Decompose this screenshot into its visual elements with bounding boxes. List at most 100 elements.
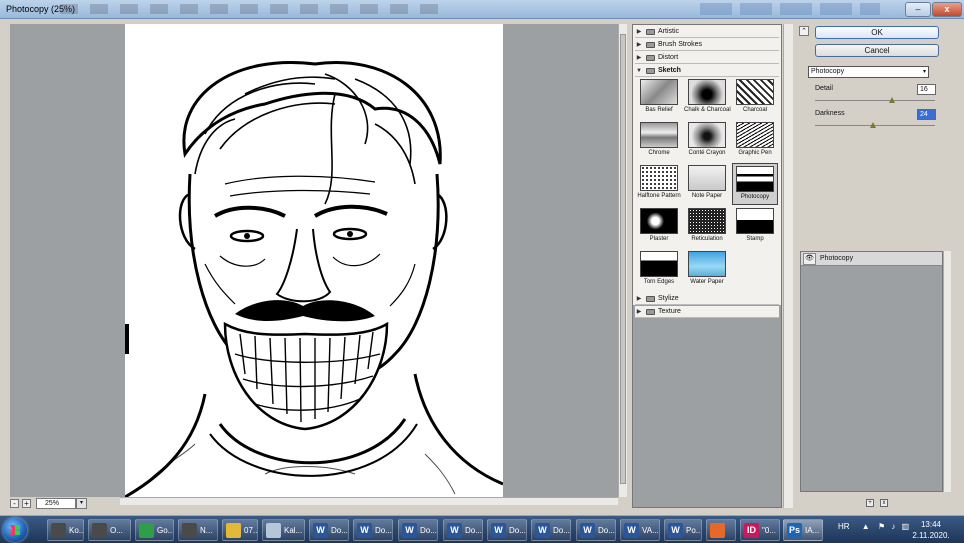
flag-icon[interactable]: ⚑ — [878, 522, 885, 531]
filter-thumb-stamp[interactable]: Stamp — [732, 208, 778, 242]
folder-artistic[interactable]: ▶ Artistic — [635, 26, 779, 38]
preview-horizontal-scrollbar[interactable] — [120, 497, 618, 505]
detail-slider[interactable] — [815, 97, 935, 103]
gallery-scrollbar[interactable] — [783, 24, 793, 508]
system-tray: HR ▲ ⚑ ♪ ▥ — [838, 522, 909, 531]
taskbar-button-label: Do... — [553, 525, 570, 535]
folder-sketch[interactable]: ▼ Sketch — [635, 65, 779, 77]
ok-button[interactable]: OK — [815, 26, 939, 39]
filter-thumb-halftone-pattern[interactable]: Halftone Pattern — [636, 165, 682, 199]
darkness-slider[interactable] — [815, 122, 935, 128]
delete-effect-layer-icon[interactable]: x — [880, 499, 888, 507]
filter-thumb-conte-crayon[interactable]: Conté Crayon — [684, 122, 730, 156]
clock[interactable]: 13:44 2.11.2020. — [906, 519, 956, 541]
taskbar-button-label: Do... — [375, 525, 392, 535]
filter-thumb-charcoal[interactable]: Charcoal — [732, 79, 778, 113]
taskbar-button[interactable]: Go... — [135, 519, 174, 541]
folder-label: Brush Strokes — [658, 41, 702, 48]
detail-slider-handle[interactable] — [888, 97, 895, 103]
taskbar-button[interactable] — [706, 519, 736, 541]
preview-vertical-scrollbar[interactable] — [618, 24, 627, 497]
taskbar-button[interactable]: W Do... — [487, 519, 527, 541]
effect-layer-row[interactable]: 👁 Photocopy — [801, 252, 942, 266]
taskbar-button-label: Kal... — [284, 525, 303, 535]
folder-brush-strokes[interactable]: ▶ Brush Strokes — [635, 39, 779, 51]
taskbar-button[interactable]: W Do... — [531, 519, 571, 541]
taskbar-button[interactable]: W Do... — [353, 519, 393, 541]
app-icon: W — [402, 522, 417, 538]
taskbar-button[interactable]: N... — [178, 519, 218, 541]
background-menu-ghost — [60, 4, 440, 14]
darkness-slider-handle[interactable] — [869, 122, 876, 128]
filter-thumb-bas-relief[interactable]: Bas Relief — [636, 79, 682, 113]
folder-label: Artistic — [658, 28, 679, 35]
volume-icon[interactable]: ♪ — [891, 522, 895, 531]
thumb-image — [640, 251, 678, 277]
taskbar-button[interactable]: ID "0... — [740, 519, 780, 541]
preview-image[interactable] — [125, 24, 503, 497]
taskbar-button-label: O... — [110, 525, 123, 535]
taskbar-button-label: Do... — [331, 525, 348, 535]
folder-distort[interactable]: ▶ Distort — [635, 52, 779, 64]
thumb-image — [688, 165, 726, 191]
expand-icon: ▶ — [636, 296, 642, 302]
detail-input[interactable]: 16 — [917, 84, 936, 95]
layers-scrollbar[interactable] — [943, 251, 951, 492]
thumb-label: Torn Edges — [643, 279, 675, 285]
filter-thumb-graphic-pen[interactable]: Graphic Pen — [732, 122, 778, 156]
expand-icon: ▶ — [636, 29, 642, 35]
thumb-image — [688, 79, 726, 105]
taskbar-button[interactable]: W Po... — [664, 519, 702, 541]
filter-thumb-water-paper[interactable]: Water Paper — [684, 251, 730, 285]
chevron-down-icon: ▾ — [922, 69, 926, 75]
taskbar-button[interactable]: W Do... — [443, 519, 483, 541]
taskbar-button[interactable]: Kal... — [262, 519, 305, 541]
clock-date: 2.11.2020. — [912, 531, 950, 540]
language-indicator[interactable]: HR — [838, 522, 850, 531]
taskbar-button[interactable]: W VA... — [620, 519, 660, 541]
taskbar-button[interactable]: Ko... — [47, 519, 84, 541]
new-effect-layer-icon[interactable]: + — [866, 499, 874, 507]
filter-thumb-note-paper[interactable]: Note Paper — [684, 165, 730, 199]
taskbar-button[interactable]: W Do... — [398, 519, 438, 541]
app-icon — [51, 522, 66, 538]
eye-icon[interactable]: 👁 — [803, 252, 816, 265]
scroll-thumb[interactable] — [620, 34, 626, 484]
thumb-label: Note Paper — [691, 193, 723, 199]
title-bar: Photocopy (25%) ‒ x — [0, 0, 964, 19]
taskbar-button[interactable]: O... — [88, 519, 131, 541]
filter-thumb-torn-edges[interactable]: Torn Edges — [636, 251, 682, 285]
filter-thumb-plaster[interactable]: Plaster — [636, 208, 682, 242]
start-button[interactable] — [3, 518, 27, 542]
folder-texture[interactable]: ▶ Texture — [635, 306, 779, 318]
filter-select[interactable]: Photocopy ▾ — [808, 66, 929, 78]
app-icon — [266, 522, 281, 538]
taskbar-button-label: 07... — [244, 525, 258, 535]
zoom-level-field[interactable]: 25% — [36, 498, 76, 509]
folder-stylize[interactable]: ▶ Stylize — [635, 293, 779, 305]
filter-thumb-reticulation[interactable]: Reticulation — [684, 208, 730, 242]
taskbar-button[interactable]: W Do... — [309, 519, 349, 541]
darkness-input[interactable]: 24 — [917, 109, 936, 120]
app-icon: W — [624, 522, 639, 538]
taskbar-button[interactable]: 07... — [222, 519, 258, 541]
zoom-out-button[interactable]: - — [10, 499, 19, 508]
cancel-button[interactable]: Cancel — [815, 44, 939, 57]
thumb-image — [688, 208, 726, 234]
zoom-dropdown-arrow[interactable]: ▾ — [76, 498, 87, 509]
expand-icon: ▶ — [636, 42, 642, 48]
close-button[interactable]: x — [932, 2, 962, 17]
folder-icon — [646, 41, 655, 48]
filter-thumb-chalk-charcoal[interactable]: Chalk & Charcoal — [684, 79, 731, 113]
preview-area[interactable] — [10, 24, 618, 497]
app-icon: ID — [744, 522, 759, 538]
taskbar-button[interactable]: W Do... — [576, 519, 616, 541]
filter-thumb-chrome[interactable]: Chrome — [636, 122, 682, 156]
taskbar-button[interactable]: Ps IA... — [783, 519, 823, 541]
filter-thumb-photocopy[interactable]: Photocopy — [732, 163, 778, 205]
zoom-in-button[interactable]: + — [22, 499, 31, 508]
collapse-gallery-button[interactable]: ⌃ — [799, 26, 809, 36]
folder-icon — [646, 54, 655, 61]
tray-arrow-icon[interactable]: ▲ — [862, 522, 870, 531]
minimize-button[interactable]: ‒ — [905, 2, 931, 17]
